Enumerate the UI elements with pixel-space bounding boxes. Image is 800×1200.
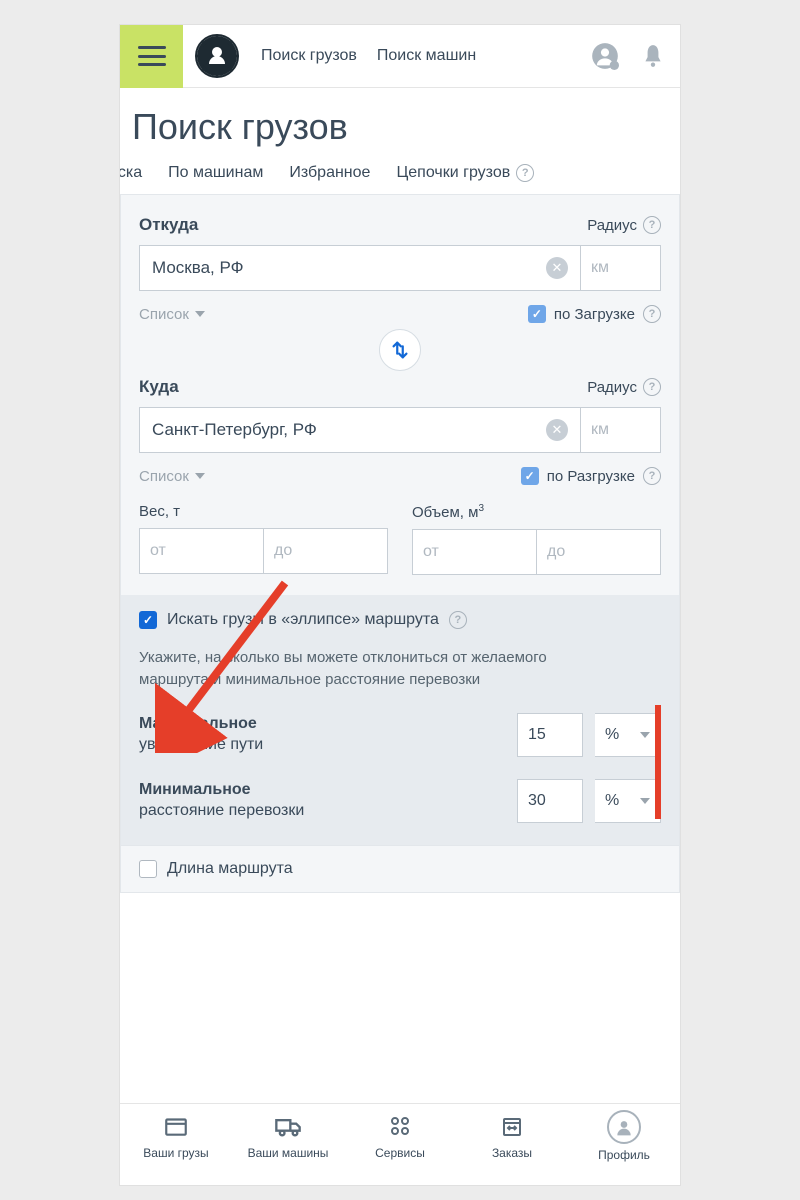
help-icon[interactable]: ? xyxy=(643,378,661,396)
from-city-input[interactable]: ✕ xyxy=(139,245,581,291)
volume-from-input[interactable]: от xyxy=(412,529,537,575)
min-distance-unit-select[interactable]: % xyxy=(595,779,661,823)
volume-label: Объем, м3 xyxy=(412,503,661,521)
to-label: Куда xyxy=(139,377,179,397)
hamburger-icon xyxy=(138,46,166,66)
ellipse-block: ✓ Искать грузы в «эллипсе» маршрута ? Ук… xyxy=(121,595,679,845)
nav-services[interactable]: Сервисы xyxy=(344,1110,456,1185)
help-icon[interactable]: ? xyxy=(643,305,661,323)
annotation-red-bar xyxy=(655,705,661,819)
grid-icon xyxy=(384,1110,416,1142)
tab-search-partial[interactable]: оиска xyxy=(120,164,142,182)
chevron-down-icon xyxy=(195,311,205,317)
min-distance-label: Минимальноерасстояние перевозки xyxy=(139,780,505,822)
nav-your-trucks[interactable]: Ваши машины xyxy=(232,1110,344,1185)
checkbox-checked-icon: ✓ xyxy=(528,305,546,323)
calendar-icon xyxy=(496,1110,528,1142)
to-list-dropdown[interactable]: Список xyxy=(139,468,205,485)
checkbox-checked-icon: ✓ xyxy=(521,467,539,485)
from-label: Откуда xyxy=(139,215,198,235)
ellipse-title: Искать грузы в «эллипсе» маршрута xyxy=(167,611,439,629)
ellipse-checkbox[interactable]: ✓ xyxy=(139,611,157,629)
tabs-bar: оиска По машинам Избранное Цепочки грузо… xyxy=(120,164,680,195)
swap-direction-button[interactable] xyxy=(379,329,421,371)
route-length-checkbox[interactable]: Длина маршрута xyxy=(121,845,679,892)
max-increase-input[interactable]: 15 xyxy=(517,713,583,757)
page-title: Поиск грузов xyxy=(120,88,680,164)
help-icon[interactable]: ? xyxy=(449,611,467,629)
to-radius-label: Радиус ? xyxy=(587,378,661,396)
to-radius-input[interactable]: км xyxy=(581,407,661,453)
volume-to-input[interactable]: до xyxy=(537,529,661,575)
from-city-field[interactable] xyxy=(152,258,546,278)
max-increase-label: Максимальноеувеличение пути xyxy=(139,714,505,756)
checkbox-unchecked-icon xyxy=(139,860,157,878)
weight-label: Вес, т xyxy=(139,503,388,520)
ellipse-description: Укажите, на сколько вы можете отклонитьс… xyxy=(139,647,599,691)
chevron-down-icon xyxy=(640,732,650,738)
bell-icon[interactable] xyxy=(638,41,668,71)
tab-favorites[interactable]: Избранное xyxy=(289,164,370,182)
from-radius-input[interactable]: км xyxy=(581,245,661,291)
search-panel: Откуда Радиус ? ✕ км Список ✓ xyxy=(120,195,680,893)
nav-truck-search[interactable]: Поиск машин xyxy=(377,47,476,65)
to-city-input[interactable]: ✕ xyxy=(139,407,581,453)
chevron-down-icon xyxy=(195,473,205,479)
max-increase-unit-select[interactable]: % xyxy=(595,713,661,757)
nav-cargo-search[interactable]: Поиск грузов xyxy=(261,47,357,65)
clear-icon[interactable]: ✕ xyxy=(546,419,568,441)
chevron-down-icon xyxy=(640,798,650,804)
top-header: Поиск грузов Поиск машин xyxy=(120,25,680,88)
app-logo-icon[interactable] xyxy=(195,34,239,78)
profile-icon xyxy=(607,1110,641,1144)
clear-icon[interactable]: ✕ xyxy=(546,257,568,279)
help-icon[interactable]: ? xyxy=(643,467,661,485)
help-icon[interactable]: ? xyxy=(516,164,534,182)
min-distance-input[interactable]: 30 xyxy=(517,779,583,823)
hamburger-button[interactable] xyxy=(120,25,183,88)
truck-icon xyxy=(272,1110,304,1142)
user-icon[interactable] xyxy=(590,41,620,71)
from-list-dropdown[interactable]: Список xyxy=(139,306,205,323)
help-icon[interactable]: ? xyxy=(643,216,661,234)
from-radius-label: Радиус ? xyxy=(587,216,661,234)
box-icon xyxy=(160,1110,192,1142)
tab-cargo-chains[interactable]: Цепочки грузов ? xyxy=(396,164,534,182)
to-city-field[interactable] xyxy=(152,420,546,440)
weight-to-input[interactable]: до xyxy=(264,528,388,574)
from-by-load-checkbox[interactable]: ✓ по Загрузке ? xyxy=(528,305,661,323)
nav-profile[interactable]: Профиль xyxy=(568,1110,680,1185)
bottom-nav: Ваши грузы Ваши машины Сервисы Заказы Пр… xyxy=(120,1103,680,1185)
weight-from-input[interactable]: от xyxy=(139,528,264,574)
to-by-unload-checkbox[interactable]: ✓ по Разгрузке ? xyxy=(521,467,661,485)
nav-your-cargo[interactable]: Ваши грузы xyxy=(120,1110,232,1185)
nav-orders[interactable]: Заказы xyxy=(456,1110,568,1185)
tab-by-trucks[interactable]: По машинам xyxy=(168,164,263,182)
